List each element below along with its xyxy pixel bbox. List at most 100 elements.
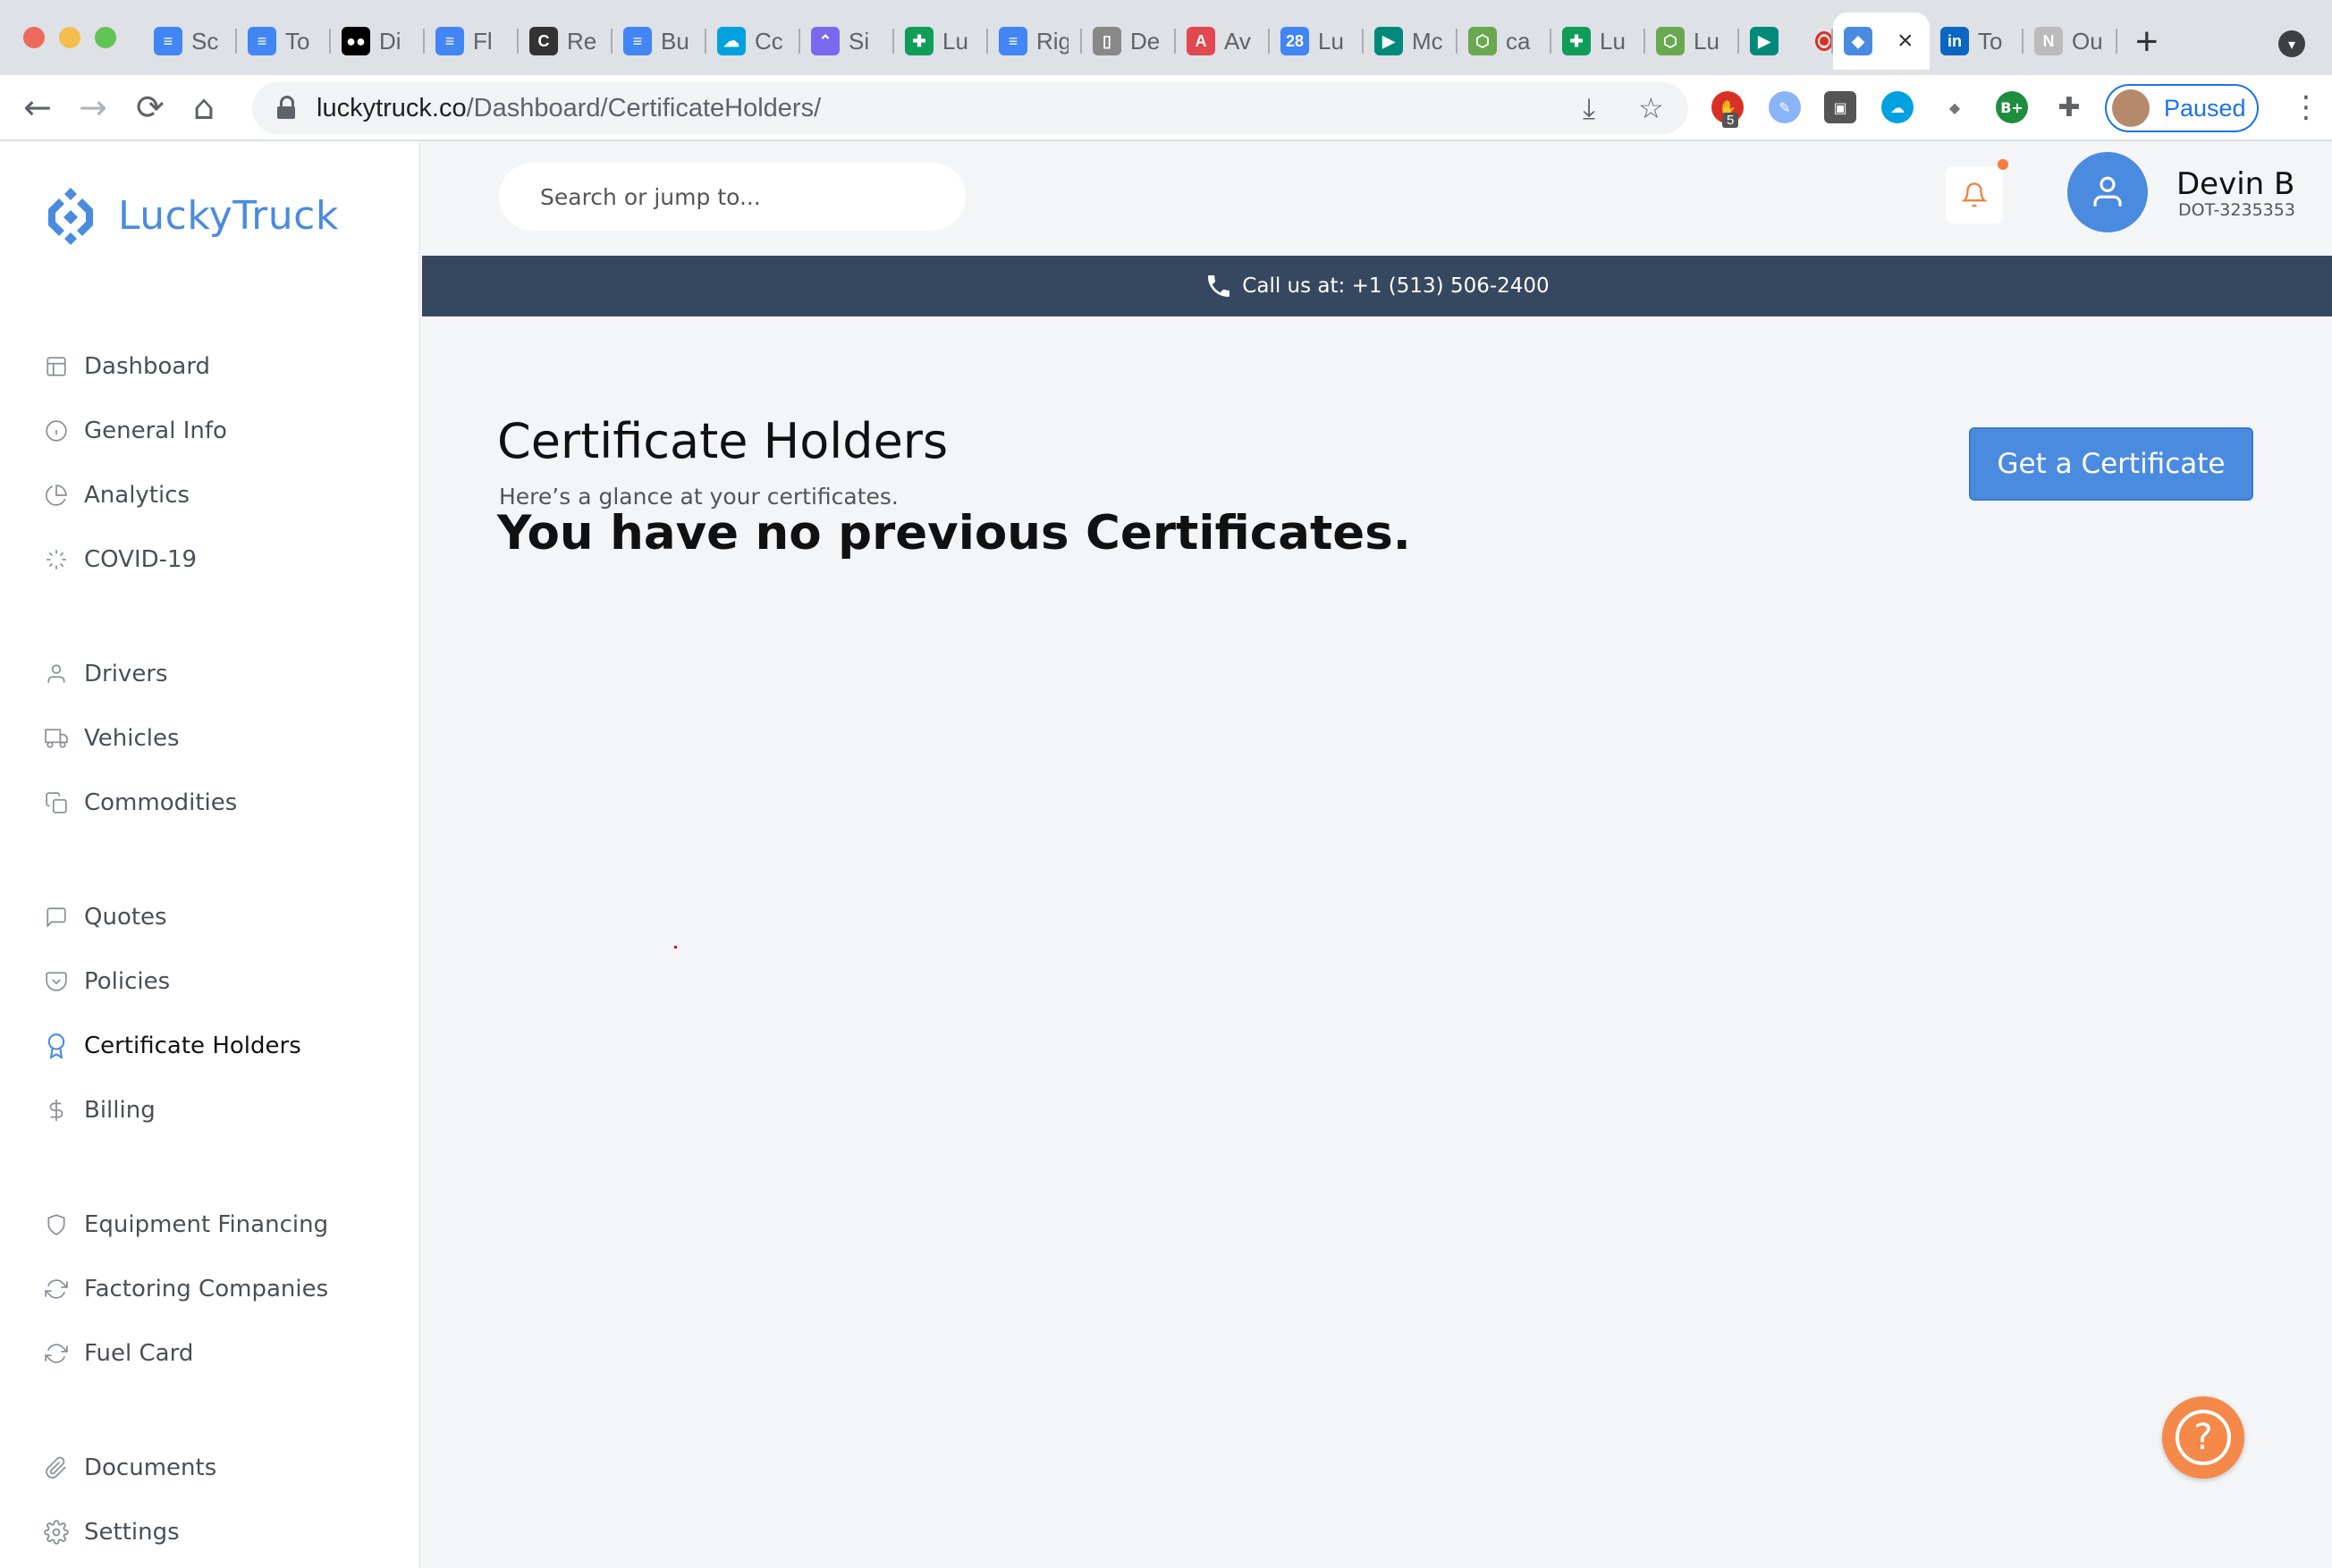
browser-tab[interactable]: ⬡ ca (1458, 13, 1551, 70)
close-window-button[interactable] (23, 27, 45, 48)
paperclip-icon (43, 1454, 70, 1481)
browser-tab[interactable]: ⬡ Lu (1645, 13, 1739, 70)
sidebar-item-label: Documents (84, 1454, 217, 1481)
profile-button[interactable]: Paused (2105, 84, 2259, 132)
close-tab-icon[interactable]: × (1897, 26, 1914, 56)
calendar-icon: 28 (1280, 27, 1309, 55)
user-icon (2093, 176, 2122, 207)
browser-tab[interactable]: ✚ Lu (894, 13, 988, 70)
minimize-window-button[interactable] (59, 27, 80, 48)
browser-tab[interactable]: ≡ To (237, 13, 331, 70)
maximize-window-button[interactable] (95, 27, 116, 48)
tab-search-button[interactable]: ▾ (2278, 30, 2305, 57)
sidebar-item-policies[interactable]: Policies (43, 962, 170, 1001)
help-button[interactable]: ? (2162, 1396, 2244, 1479)
user-dot-number: DOT-3235353 (2178, 200, 2295, 220)
linkedin-icon: in (1940, 27, 1969, 55)
sidebar-item-label: Billing (84, 1097, 156, 1124)
brand-logo[interactable]: LuckyTruck (41, 186, 339, 245)
luckytruck-logo-icon (48, 188, 93, 245)
extensions-puzzle-icon[interactable]: ✚ (2053, 91, 2085, 123)
sidebar-item-documents[interactable]: Documents (43, 1448, 216, 1488)
google-docs-icon: ≡ (999, 27, 1027, 55)
browser-tab[interactable]: in To (1930, 13, 2024, 70)
browser-tab-title: Rig (1036, 27, 1069, 55)
browser-tab[interactable]: ▶ Mc (1364, 13, 1458, 70)
sidebar-item-certificate-holders[interactable]: Certificate Holders (43, 1026, 301, 1066)
sidebar-item-label: Drivers (84, 661, 168, 687)
extension-badge: 5 (1722, 113, 1739, 128)
browser-tab-title: Mc (1412, 27, 1443, 55)
back-icon[interactable]: ← (23, 88, 52, 127)
home-icon[interactable]: ⌂ (193, 88, 215, 127)
app-header: Devin B DOT-3235353 (422, 141, 2332, 256)
forward-icon[interactable]: → (79, 88, 107, 127)
sidebar-item-general-info[interactable]: General Info (43, 411, 227, 451)
green-hex-icon: ⬡ (1468, 27, 1497, 55)
get-certificate-button[interactable]: Get a Certificate (1969, 427, 2253, 501)
lock-icon[interactable] (275, 96, 297, 121)
extension-pen-icon[interactable]: ✎ (1769, 91, 1801, 123)
browser-tab[interactable]: ⌃ Si (800, 13, 894, 70)
browser-tab[interactable]: ◆ × (1833, 13, 1930, 70)
sidebar-item-billing[interactable]: Billing (43, 1091, 156, 1130)
recording-dot (1820, 37, 1829, 46)
browser-tab-title: ca (1506, 27, 1531, 55)
sidebar-item-dashboard[interactable]: Dashboard (43, 347, 210, 386)
browser-tab[interactable]: ≡ Sc (143, 13, 237, 70)
install-app-icon[interactable]: ⤓ (1583, 91, 1595, 126)
sidebar-item-analytics[interactable]: Analytics (43, 476, 190, 515)
browser-tab[interactable]: ✚ Lu (1551, 13, 1645, 70)
browser-tab[interactable]: ≡ Fl (425, 13, 519, 70)
sidebar-item-label: Equipment Financing (84, 1211, 329, 1238)
sidebar-item-label: COVID-19 (84, 546, 198, 573)
new-tab-button[interactable]: + (2135, 20, 2159, 64)
notifications-button[interactable] (1946, 166, 2003, 223)
extension-box-icon[interactable]: ▣ (1824, 91, 1856, 123)
browser-tab[interactable]: ☁ Cc (706, 13, 800, 70)
browser-tab[interactable]: ●● Di (331, 13, 425, 70)
recording-icon (1815, 31, 1833, 51)
search-input[interactable] (499, 163, 966, 231)
extension-salesforce-icon[interactable]: ☁ (1881, 91, 1914, 123)
dollar-icon (43, 1097, 70, 1124)
meet-recording-icon: ▶ (1750, 27, 1779, 55)
reload-icon[interactable]: ⟳ (136, 88, 165, 127)
address-bar[interactable]: luckytruck.co/Dashboard/CertificateHolde… (252, 82, 1688, 134)
url-text[interactable]: luckytruck.co/Dashboard/CertificateHolde… (317, 94, 821, 123)
sidebar-item-drivers[interactable]: Drivers (43, 654, 168, 694)
medium-icon: ●● (342, 27, 370, 55)
user-name[interactable]: Devin B (2176, 166, 2294, 202)
sidebar-item-equipment-financing[interactable]: Equipment Financing (43, 1205, 328, 1244)
browser-tab[interactable]: ≡ Bu (613, 13, 706, 70)
colorado-icon: C (529, 27, 558, 55)
sidebar-item-quotes[interactable]: Quotes (43, 898, 167, 937)
extension-dropbox-icon[interactable]: ◆ (1939, 91, 1971, 123)
sidebar-item-settings[interactable]: Settings (43, 1513, 180, 1552)
sidebar-item-label: Quotes (84, 904, 167, 931)
avatar[interactable] (2067, 152, 2148, 232)
copy-icon (43, 789, 70, 816)
sidebar-item-commodities[interactable]: Commodities (43, 783, 237, 822)
sidebar-item-fuel-card[interactable]: Fuel Card (43, 1334, 193, 1373)
luckytruck-icon: ◆ (1844, 27, 1872, 55)
bookmark-star-icon[interactable]: ☆ (1638, 91, 1664, 125)
browser-tab[interactable]: N Ou (2024, 13, 2117, 70)
sidebar-item-label: Vehicles (84, 725, 180, 752)
truck-icon (43, 725, 70, 752)
browser-tab[interactable]: C Re (519, 13, 613, 70)
browser-tab[interactable]: ▯ De (1082, 13, 1176, 70)
meet-icon: ▶ (1374, 27, 1403, 55)
browser-tab-title: Fl (473, 27, 493, 55)
sidebar-item-factoring-companies[interactable]: Factoring Companies (43, 1269, 328, 1309)
browser-menu-icon[interactable]: ⋮ (2291, 89, 2321, 125)
sidebar-item-covid-19[interactable]: COVID-19 (43, 540, 197, 579)
browser-tab[interactable]: ▶ (1739, 13, 1833, 70)
call-text[interactable]: Call us at: +1 (513) 506-2400 (1242, 274, 1549, 298)
message-square-icon (43, 904, 70, 931)
extension-b-plus-icon[interactable]: B+ (1996, 91, 2028, 123)
browser-tab[interactable]: A Av (1176, 13, 1270, 70)
browser-tab[interactable]: 28 Lu (1270, 13, 1364, 70)
browser-tab[interactable]: ≡ Rig (988, 13, 1082, 70)
sidebar-item-vehicles[interactable]: Vehicles (43, 719, 180, 758)
